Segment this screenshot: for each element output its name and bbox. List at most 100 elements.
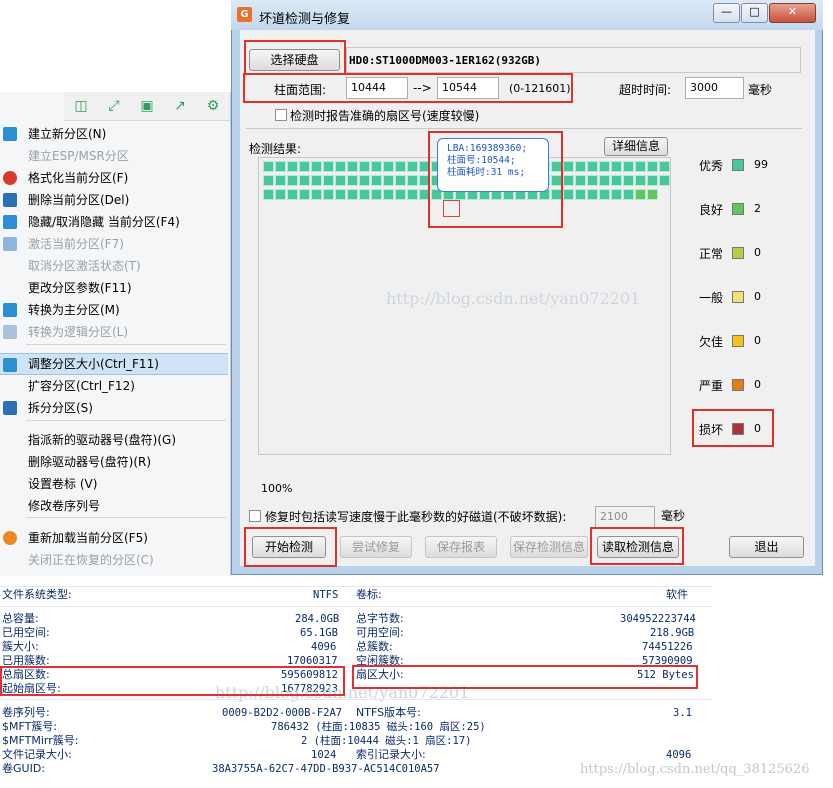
save-report-button[interactable]: 保存报表 [425, 536, 497, 558]
scan-cell[interactable] [575, 161, 586, 172]
scan-cell[interactable] [311, 161, 322, 172]
scan-cell[interactable] [599, 189, 610, 200]
menu-item[interactable]: 设置卷标 (V) [0, 473, 228, 495]
scan-cell[interactable] [407, 175, 418, 186]
scan-cell[interactable] [275, 175, 286, 186]
scan-cell[interactable] [287, 175, 298, 186]
menu-item[interactable]: 扩容分区(Ctrl_F12) [0, 375, 228, 397]
scan-cell[interactable] [299, 161, 310, 172]
try-repair-button[interactable]: 尝试修复 [340, 536, 412, 558]
scan-cell[interactable] [371, 175, 382, 186]
menu-item[interactable]: 调整分区大小(Ctrl_F11) [0, 353, 228, 375]
scan-cell[interactable] [323, 175, 334, 186]
scan-cell[interactable] [383, 161, 394, 172]
scan-cell[interactable] [263, 175, 274, 186]
scan-cell[interactable] [611, 189, 622, 200]
scan-cell[interactable] [623, 161, 634, 172]
scan-cell[interactable] [659, 161, 670, 172]
menu-item[interactable]: 删除驱动器号(盘符)(R) [0, 451, 228, 473]
timeout-input[interactable]: 3000 [685, 77, 744, 99]
scan-cell[interactable] [263, 161, 274, 172]
scan-cell[interactable] [587, 189, 598, 200]
scan-cell[interactable] [575, 189, 586, 200]
minimize-button[interactable]: — [713, 3, 740, 23]
scan-cell[interactable] [359, 175, 370, 186]
repair-ms-input[interactable]: 2100 [595, 506, 655, 528]
menu-item[interactable]: 修改卷序列号 [0, 495, 228, 517]
scan-cell[interactable] [287, 161, 298, 172]
scan-cell[interactable] [359, 161, 370, 172]
menu-item[interactable]: 建立ESP/MSR分区 [0, 145, 228, 167]
scan-cell[interactable] [587, 175, 598, 186]
scan-cell[interactable] [299, 175, 310, 186]
menu-item[interactable]: 关闭正在恢复的分区(C) [0, 549, 228, 571]
scan-cell[interactable] [335, 161, 346, 172]
menu-item[interactable]: 建立新分区(N) [0, 123, 228, 145]
menu-item[interactable]: 删除当前分区(Del) [0, 189, 228, 211]
scan-cell[interactable] [323, 189, 334, 200]
scan-cell[interactable] [371, 161, 382, 172]
menu-item[interactable]: 取消分区激活状态(T) [0, 255, 228, 277]
scan-cell[interactable] [635, 161, 646, 172]
maximize-button[interactable]: □ [741, 3, 768, 23]
scan-cell[interactable] [623, 175, 634, 186]
scan-cell[interactable] [311, 189, 322, 200]
close-button[interactable]: ✕ [769, 3, 816, 23]
scan-cell[interactable] [599, 175, 610, 186]
scan-cell[interactable] [371, 189, 382, 200]
scan-cell[interactable] [563, 175, 574, 186]
scan-cell[interactable] [299, 189, 310, 200]
menu-item[interactable]: 隐藏/取消隐藏 当前分区(F4) [0, 211, 228, 233]
scan-cell[interactable] [263, 189, 274, 200]
save-icon[interactable]: ▣ [139, 98, 155, 114]
scan-cell[interactable] [647, 189, 658, 200]
scan-cell[interactable] [359, 189, 370, 200]
menu-item[interactable]: 转换为逻辑分区(L) [0, 321, 228, 343]
scan-cell[interactable] [347, 189, 358, 200]
scan-cell[interactable] [407, 189, 418, 200]
settings-icon[interactable]: ⚙ [205, 98, 221, 114]
scan-cell[interactable] [563, 161, 574, 172]
menu-item[interactable]: 格式化当前分区(F) [0, 167, 228, 189]
scan-cell[interactable] [635, 189, 646, 200]
scan-cell[interactable] [599, 161, 610, 172]
scan-cell[interactable] [395, 161, 406, 172]
scan-cell[interactable] [335, 175, 346, 186]
window-icon[interactable]: ◫ [73, 98, 89, 114]
scan-cell[interactable] [311, 175, 322, 186]
scan-cell[interactable] [323, 161, 334, 172]
scan-cell[interactable] [335, 189, 346, 200]
scan-cell[interactable] [383, 189, 394, 200]
scan-cell[interactable] [647, 175, 658, 186]
scan-cell[interactable] [383, 175, 394, 186]
menu-item[interactable]: 更改分区参数(F11) [0, 277, 228, 299]
share-icon[interactable]: ↗ [172, 98, 188, 114]
scan-cell[interactable] [275, 189, 286, 200]
scan-cell[interactable] [395, 189, 406, 200]
menu-item[interactable]: 拆分分区(S) [0, 397, 228, 419]
save-scan-info-button[interactable]: 保存检测信息 [510, 536, 588, 558]
repair-option-checkbox[interactable] [249, 510, 261, 522]
scan-cell[interactable] [407, 161, 418, 172]
menu-item[interactable]: 重新加载当前分区(F5) [0, 527, 228, 549]
scan-cell[interactable] [647, 161, 658, 172]
scan-cell[interactable] [635, 175, 646, 186]
menu-item[interactable]: 激活当前分区(F7) [0, 233, 228, 255]
details-button[interactable]: 详细信息 [604, 137, 668, 156]
scan-cell[interactable] [611, 161, 622, 172]
scan-cell[interactable] [287, 189, 298, 200]
expand-icon[interactable]: ⤢ [106, 98, 122, 114]
report-sector-checkbox[interactable] [275, 109, 287, 121]
exit-button[interactable]: 退出 [729, 536, 804, 558]
menu-item[interactable]: 转换为主分区(M) [0, 299, 228, 321]
scan-cell[interactable] [659, 175, 670, 186]
scan-cell[interactable] [575, 175, 586, 186]
menu-item[interactable]: 指派新的驱动器号(盘符)(G) [0, 429, 228, 451]
scan-cell[interactable] [347, 175, 358, 186]
scan-cell[interactable] [563, 189, 574, 200]
scan-cell[interactable] [395, 175, 406, 186]
scan-cell[interactable] [347, 161, 358, 172]
scan-cell[interactable] [587, 161, 598, 172]
scan-cell[interactable] [611, 175, 622, 186]
scan-cell[interactable] [275, 161, 286, 172]
